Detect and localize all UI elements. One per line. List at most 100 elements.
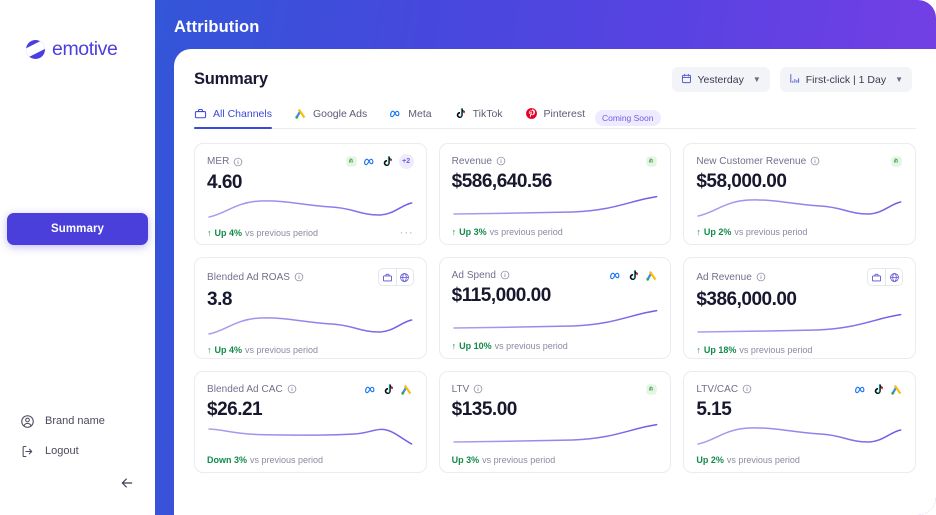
bag-icon[interactable] — [868, 269, 885, 285]
all-channels-icon — [194, 107, 207, 120]
app-window: emotive Summary Brand name Logout Attrib… — [0, 0, 936, 515]
tab-tiktok[interactable]: TikTok — [454, 107, 503, 128]
card-menu-icon[interactable]: ··· — [400, 227, 414, 239]
info-icon[interactable] — [810, 156, 820, 166]
attribution-model-label: First-click | 1 Day — [805, 73, 887, 86]
tiktok-icon — [454, 107, 467, 120]
sidebar-item-brand-name[interactable]: Brand name — [20, 407, 155, 435]
info-icon[interactable] — [496, 156, 506, 166]
info-icon[interactable] — [294, 272, 304, 282]
delta-indicator: Down 3% vs previous period — [207, 455, 323, 465]
arrow-left-icon[interactable] — [119, 475, 135, 491]
tiktok-icon[interactable] — [382, 382, 396, 396]
delta-value: Up 3% — [459, 226, 487, 237]
card-header: LTV — [452, 382, 659, 396]
tiktok-icon[interactable] — [871, 382, 885, 396]
delta-value: Up 10% — [459, 340, 492, 351]
tab-pinterest[interactable]: Pinterest — [525, 107, 585, 128]
channel-tabs: All Channels Google Ads Meta TikTok Pinteres… — [194, 107, 916, 129]
bag-icon[interactable] — [379, 269, 396, 285]
card-header: Ad Revenue — [696, 268, 903, 286]
metric-card: MER +2 4.60 ↑ Up 4% vs previous period ··· — [194, 143, 427, 245]
globe-icon[interactable] — [885, 269, 902, 285]
card-label: New Customer Revenue — [696, 155, 807, 167]
delta-value: Up 2% — [696, 454, 724, 465]
meta-icon[interactable] — [853, 382, 867, 396]
coming-soon-badge: Coming Soon — [594, 109, 661, 126]
google-icon[interactable] — [644, 268, 658, 282]
info-icon[interactable] — [473, 384, 483, 394]
bar-chart-icon — [789, 73, 800, 87]
source-icons — [853, 382, 903, 396]
attribution-model-selector[interactable]: First-click | 1 Day ▼ — [779, 67, 912, 92]
tab-all-channels[interactable]: All Channels — [194, 107, 272, 129]
card-label: Revenue — [451, 155, 493, 167]
sidebar-item-logout[interactable]: Logout — [20, 437, 155, 465]
card-footer: ↑ Up 4% vs previous period ··· — [207, 223, 414, 248]
google-icon[interactable] — [400, 382, 414, 396]
info-icon[interactable] — [233, 157, 243, 167]
shopify-icon[interactable] — [889, 154, 903, 168]
more-sources-badge[interactable]: +2 — [398, 154, 414, 169]
card-value: 4.60 — [207, 172, 242, 193]
sparkline-chart — [696, 192, 903, 222]
info-icon[interactable] — [756, 272, 766, 282]
info-icon[interactable] — [287, 384, 297, 394]
meta-icon[interactable] — [363, 155, 377, 169]
info-icon[interactable] — [742, 384, 752, 394]
summary-panel: Summary Yesterday ▼ First-click | 1 Day … — [174, 49, 936, 515]
trend-arrow-icon: ↑ — [696, 226, 701, 237]
shopify-icon[interactable] — [644, 154, 658, 168]
meta-icon — [389, 107, 402, 120]
card-value: $135.00 — [451, 399, 518, 420]
card-label: Blended Ad CAC — [207, 383, 283, 395]
sidebar-footer: Brand name Logout — [0, 407, 155, 515]
delta-value: Up 18% — [703, 344, 737, 355]
metric-card: Ad Spend $115,000.00 ↑ Up 10% vs previous pe… — [438, 257, 672, 359]
sparkline-chart — [452, 420, 659, 450]
globe-icon[interactable] — [395, 269, 413, 285]
tiktok-icon[interactable] — [381, 155, 395, 169]
card-value: $386,000.00 — [696, 289, 797, 310]
delta-suffix: vs previous period — [489, 226, 563, 237]
meta-icon[interactable] — [608, 268, 622, 282]
sparkline-chart — [207, 310, 414, 340]
user-circle-icon — [20, 414, 35, 429]
tiktok-icon[interactable] — [626, 268, 640, 282]
trend-arrow-icon: ↑ — [451, 340, 457, 351]
card-label: LTV/CAC — [696, 383, 739, 395]
sparkline-chart — [207, 420, 414, 450]
sidebar-item-summary[interactable]: Summary — [7, 213, 148, 245]
google-icon[interactable] — [889, 382, 903, 396]
trend-arrow-icon: ↑ — [207, 228, 212, 239]
sidebar-nav: Summary — [0, 213, 155, 245]
card-footer: Up 3% vs previous period — [452, 450, 659, 474]
brand-logo[interactable]: emotive — [0, 0, 155, 61]
delta-indicator: ↑ Up 2% vs previous period — [696, 227, 807, 237]
tab-google-ads[interactable]: Google Ads — [294, 107, 367, 128]
card-header: New Customer Revenue — [696, 154, 903, 168]
source-icons — [889, 154, 903, 168]
calendar-icon — [681, 73, 692, 87]
meta-icon[interactable] — [364, 382, 378, 396]
source-icon-group[interactable] — [867, 268, 903, 286]
sidebar-logout-label: Logout — [45, 445, 79, 457]
tab-meta[interactable]: Meta — [389, 107, 432, 128]
card-value: $115,000.00 — [451, 285, 552, 306]
metric-card: LTV $135.00 Up 3% vs previous period — [438, 371, 672, 474]
info-icon[interactable] — [500, 270, 510, 280]
sidebar-brand-name-label: Brand name — [45, 415, 105, 427]
card-label-wrap: LTV/CAC — [696, 384, 752, 395]
shopify-icon[interactable] — [345, 155, 359, 169]
delta-suffix: vs previous period — [245, 228, 319, 239]
metric-card: Revenue $586,640.56 ↑ Up 3% vs previous peri… — [438, 143, 672, 245]
card-value: 3.8 — [207, 289, 232, 310]
delta-value: Up 4% — [214, 344, 243, 355]
panel-controls: Yesterday ▼ First-click | 1 Day ▼ — [671, 67, 912, 92]
card-footer: ↑ Up 18% vs previous period — [696, 340, 903, 364]
brand-name-label: emotive — [52, 38, 118, 60]
date-range-selector[interactable]: Yesterday ▼ — [671, 67, 770, 92]
shopify-icon[interactable] — [644, 382, 658, 396]
source-icon-group[interactable] — [377, 268, 414, 286]
google-ads-icon — [294, 107, 307, 120]
